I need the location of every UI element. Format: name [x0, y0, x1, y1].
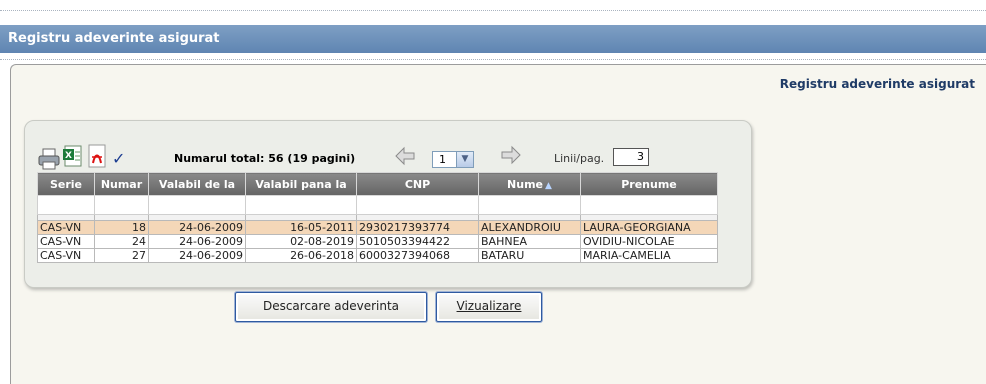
page-select[interactable]: 1 ▼: [432, 151, 474, 168]
pdf-export-icon[interactable]: [86, 143, 108, 169]
column-header-valabil-pana-la[interactable]: Valabil pana la: [245, 172, 357, 196]
svg-text:X: X: [65, 151, 72, 161]
table-row[interactable]: CAS-VN 27 24-06-2009 26-06-2018 60003273…: [37, 248, 718, 263]
cell-nume: BATARU: [478, 248, 581, 263]
cell-prenume: OVIDIU-NICOLAE: [580, 234, 718, 249]
table-row[interactable]: CAS-VN 18 24-06-2009 16-05-2011 29302173…: [37, 220, 718, 235]
certificates-table: Serie Numar Valabil de la Valabil pana l…: [37, 172, 718, 263]
next-page-icon[interactable]: [500, 144, 522, 166]
page-select-value: 1: [439, 153, 446, 166]
cell-numar: 18: [94, 220, 149, 235]
filter-input-valabil-pana-la[interactable]: [245, 195, 357, 215]
filter-input-serie[interactable]: [37, 195, 95, 215]
previous-page-icon[interactable]: [394, 145, 416, 167]
cell-valabil-pana-la: 26-06-2018: [245, 248, 357, 263]
column-header-serie[interactable]: Serie: [37, 172, 95, 196]
cell-serie: CAS-VN: [37, 248, 95, 263]
filter-input-valabil-de-la[interactable]: [148, 195, 246, 215]
cell-valabil-de-la: 24-06-2009: [148, 234, 246, 249]
download-certificate-button[interactable]: Descarcare adeverinta: [235, 292, 427, 322]
cell-cnp: 6000327394068: [356, 248, 479, 263]
cell-numar: 27: [94, 248, 149, 263]
column-header-nume[interactable]: Nume ▲: [478, 172, 581, 196]
window-title-bar: Registru adeverinte asigurat: [0, 25, 986, 53]
rows-per-page-input[interactable]: 3: [613, 148, 649, 166]
cell-valabil-de-la: 24-06-2009: [148, 248, 246, 263]
sort-ascending-icon: ▲: [545, 180, 552, 191]
window-title: Registru adeverinte asigurat: [8, 31, 220, 46]
column-header-nume-label: Nume: [507, 177, 544, 191]
cell-cnp: 5010503394422: [356, 234, 479, 249]
column-header-cnp[interactable]: CNP: [356, 172, 479, 196]
cell-valabil-pana-la: 02-08-2019: [245, 234, 357, 249]
cell-prenume: LAURA-GEORGIANA: [580, 220, 718, 235]
view-button[interactable]: Vizualizare: [436, 292, 542, 322]
chevron-down-icon[interactable]: ▼: [456, 152, 473, 167]
column-header-numar[interactable]: Numar: [94, 172, 149, 196]
cell-serie: CAS-VN: [37, 234, 95, 249]
filter-row: [37, 195, 718, 215]
grid-toolbar: X ✓ Numarul total: 56 (19 pagini) 1 ▼ Li…: [38, 141, 738, 173]
filter-input-prenume[interactable]: [580, 195, 718, 215]
filter-input-nume[interactable]: [478, 195, 581, 215]
check-icon[interactable]: ✓: [112, 149, 125, 168]
rows-per-page-label: Linii/pag.: [554, 152, 605, 165]
cell-cnp: 2930217393774: [356, 220, 479, 235]
cell-valabil-pana-la: 16-05-2011: [245, 220, 357, 235]
filter-input-numar[interactable]: [94, 195, 149, 215]
top-dotted-separator: [0, 10, 986, 11]
cell-nume: BAHNEA: [478, 234, 581, 249]
column-header-valabil-de-la[interactable]: Valabil de la: [148, 172, 246, 196]
page-heading: Registru adeverinte asigurat: [779, 77, 975, 91]
cell-valabil-de-la: 24-06-2009: [148, 220, 246, 235]
column-header-prenume[interactable]: Prenume: [580, 172, 718, 196]
filter-input-cnp[interactable]: [356, 195, 479, 215]
printer-icon[interactable]: [38, 147, 60, 171]
excel-export-icon[interactable]: X: [62, 143, 84, 169]
table-header-row: Serie Numar Valabil de la Valabil pana l…: [37, 172, 718, 196]
title-dotted-separator: [0, 59, 986, 60]
table-row[interactable]: CAS-VN 24 24-06-2009 02-08-2019 50105033…: [37, 234, 718, 249]
view-button-label: Vizualizare: [456, 299, 522, 313]
total-count-label: Numarul total: 56 (19 pagini): [174, 152, 356, 165]
cell-serie: CAS-VN: [37, 220, 95, 235]
cell-prenume: MARIA-CAMELIA: [580, 248, 718, 263]
cell-nume: ALEXANDROIU: [478, 220, 581, 235]
cell-numar: 24: [94, 234, 149, 249]
